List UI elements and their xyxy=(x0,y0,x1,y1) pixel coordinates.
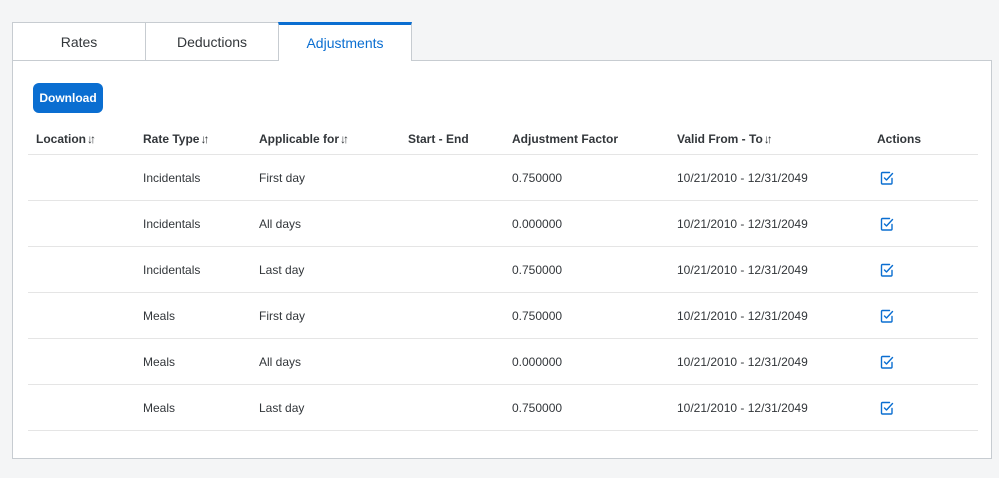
cell-applicable-for: Last day xyxy=(251,384,400,431)
cell-location xyxy=(28,246,135,293)
edit-icon[interactable] xyxy=(879,170,895,186)
edit-icon[interactable] xyxy=(879,354,895,370)
cell-adjustment-factor: 0.750000 xyxy=(504,154,669,201)
table-header-row: Location↓↑ Rate Type↓↑ Applicable for↓↑ … xyxy=(28,124,978,155)
adjustments-table: Location↓↑ Rate Type↓↑ Applicable for↓↑ … xyxy=(28,124,978,431)
cell-location xyxy=(28,154,135,201)
cell-valid-from-to: 10/21/2010 - 12/31/2049 xyxy=(669,338,869,385)
adjustments-panel: Download Location↓↑ Rate Type↓↑ Applicab… xyxy=(12,60,992,459)
cell-start-end xyxy=(400,200,504,247)
cell-applicable-for: First day xyxy=(251,154,400,201)
cell-actions xyxy=(869,292,978,339)
table-row: Meals Last day 0.750000 10/21/2010 - 12/31/… xyxy=(28,384,978,431)
cell-start-end xyxy=(400,384,504,431)
cell-location xyxy=(28,338,135,385)
table-row: Incidentals Last day 0.750000 10/21/2010 - … xyxy=(28,246,978,293)
cell-valid-from-to: 10/21/2010 - 12/31/2049 xyxy=(669,292,869,339)
cell-rate-type: Meals xyxy=(135,384,251,431)
cell-start-end xyxy=(400,292,504,339)
sort-icon[interactable]: ↓↑ xyxy=(340,132,349,146)
cell-applicable-for: All days xyxy=(251,338,400,385)
column-header-valid-from-to[interactable]: Valid From - To↓↑ xyxy=(669,124,869,155)
cell-actions xyxy=(869,246,978,293)
cell-applicable-for: Last day xyxy=(251,246,400,293)
cell-valid-from-to: 10/21/2010 - 12/31/2049 xyxy=(669,154,869,201)
column-header-label: Applicable for xyxy=(259,132,340,146)
column-header-label: Rate Type xyxy=(143,132,200,146)
cell-actions xyxy=(869,200,978,247)
cell-actions xyxy=(869,154,978,201)
table-row: Meals First day 0.750000 10/21/2010 - 12/31… xyxy=(28,292,978,339)
table-row: Meals All days 0.000000 10/21/2010 - 12/31/… xyxy=(28,338,978,385)
cell-adjustment-factor: 0.750000 xyxy=(504,292,669,339)
cell-location xyxy=(28,200,135,247)
cell-start-end xyxy=(400,246,504,293)
tab-rates[interactable]: Rates xyxy=(12,22,146,60)
edit-icon[interactable] xyxy=(879,262,895,278)
cell-valid-from-to: 10/21/2010 - 12/31/2049 xyxy=(669,246,869,293)
sort-icon[interactable]: ↓↑ xyxy=(87,132,96,146)
cell-actions xyxy=(869,384,978,431)
tab-bar: Rates Deductions Adjustments xyxy=(12,22,412,61)
column-header-adjustment-factor: Adjustment Factor xyxy=(504,124,669,155)
edit-icon[interactable] xyxy=(879,216,895,232)
table-body: Incidentals First day 0.750000 10/21/2010 -… xyxy=(28,154,978,431)
column-header-location[interactable]: Location↓↑ xyxy=(28,124,135,155)
cell-valid-from-to: 10/21/2010 - 12/31/2049 xyxy=(669,200,869,247)
cell-start-end xyxy=(400,154,504,201)
column-header-label: Location xyxy=(36,132,86,146)
cell-applicable-for: All days xyxy=(251,200,400,247)
cell-actions xyxy=(869,338,978,385)
cell-adjustment-factor: 0.750000 xyxy=(504,384,669,431)
cell-valid-from-to: 10/21/2010 - 12/31/2049 xyxy=(669,384,869,431)
tab-adjustments[interactable]: Adjustments xyxy=(278,22,412,61)
table-row: Incidentals All days 0.000000 10/21/2010 - … xyxy=(28,200,978,247)
cell-adjustment-factor: 0.750000 xyxy=(504,246,669,293)
cell-location xyxy=(28,292,135,339)
table-row: Incidentals First day 0.750000 10/21/2010 -… xyxy=(28,154,978,201)
column-header-label: Valid From - To xyxy=(677,132,763,146)
column-header-start-end: Start - End xyxy=(400,124,504,155)
download-button[interactable]: Download xyxy=(33,83,103,113)
column-header-applicable-for[interactable]: Applicable for↓↑ xyxy=(251,124,400,155)
sort-icon[interactable]: ↓↑ xyxy=(200,132,209,146)
tab-deductions[interactable]: Deductions xyxy=(145,22,279,60)
cell-applicable-for: First day xyxy=(251,292,400,339)
cell-rate-type: Meals xyxy=(135,292,251,339)
cell-rate-type: Incidentals xyxy=(135,154,251,201)
column-header-actions: Actions xyxy=(869,124,978,155)
cell-rate-type: Meals xyxy=(135,338,251,385)
cell-rate-type: Incidentals xyxy=(135,200,251,247)
cell-start-end xyxy=(400,338,504,385)
cell-rate-type: Incidentals xyxy=(135,246,251,293)
column-header-rate-type[interactable]: Rate Type↓↑ xyxy=(135,124,251,155)
cell-location xyxy=(28,384,135,431)
edit-icon[interactable] xyxy=(879,308,895,324)
cell-adjustment-factor: 0.000000 xyxy=(504,200,669,247)
cell-adjustment-factor: 0.000000 xyxy=(504,338,669,385)
sort-icon[interactable]: ↓↑ xyxy=(764,132,773,146)
edit-icon[interactable] xyxy=(879,400,895,416)
